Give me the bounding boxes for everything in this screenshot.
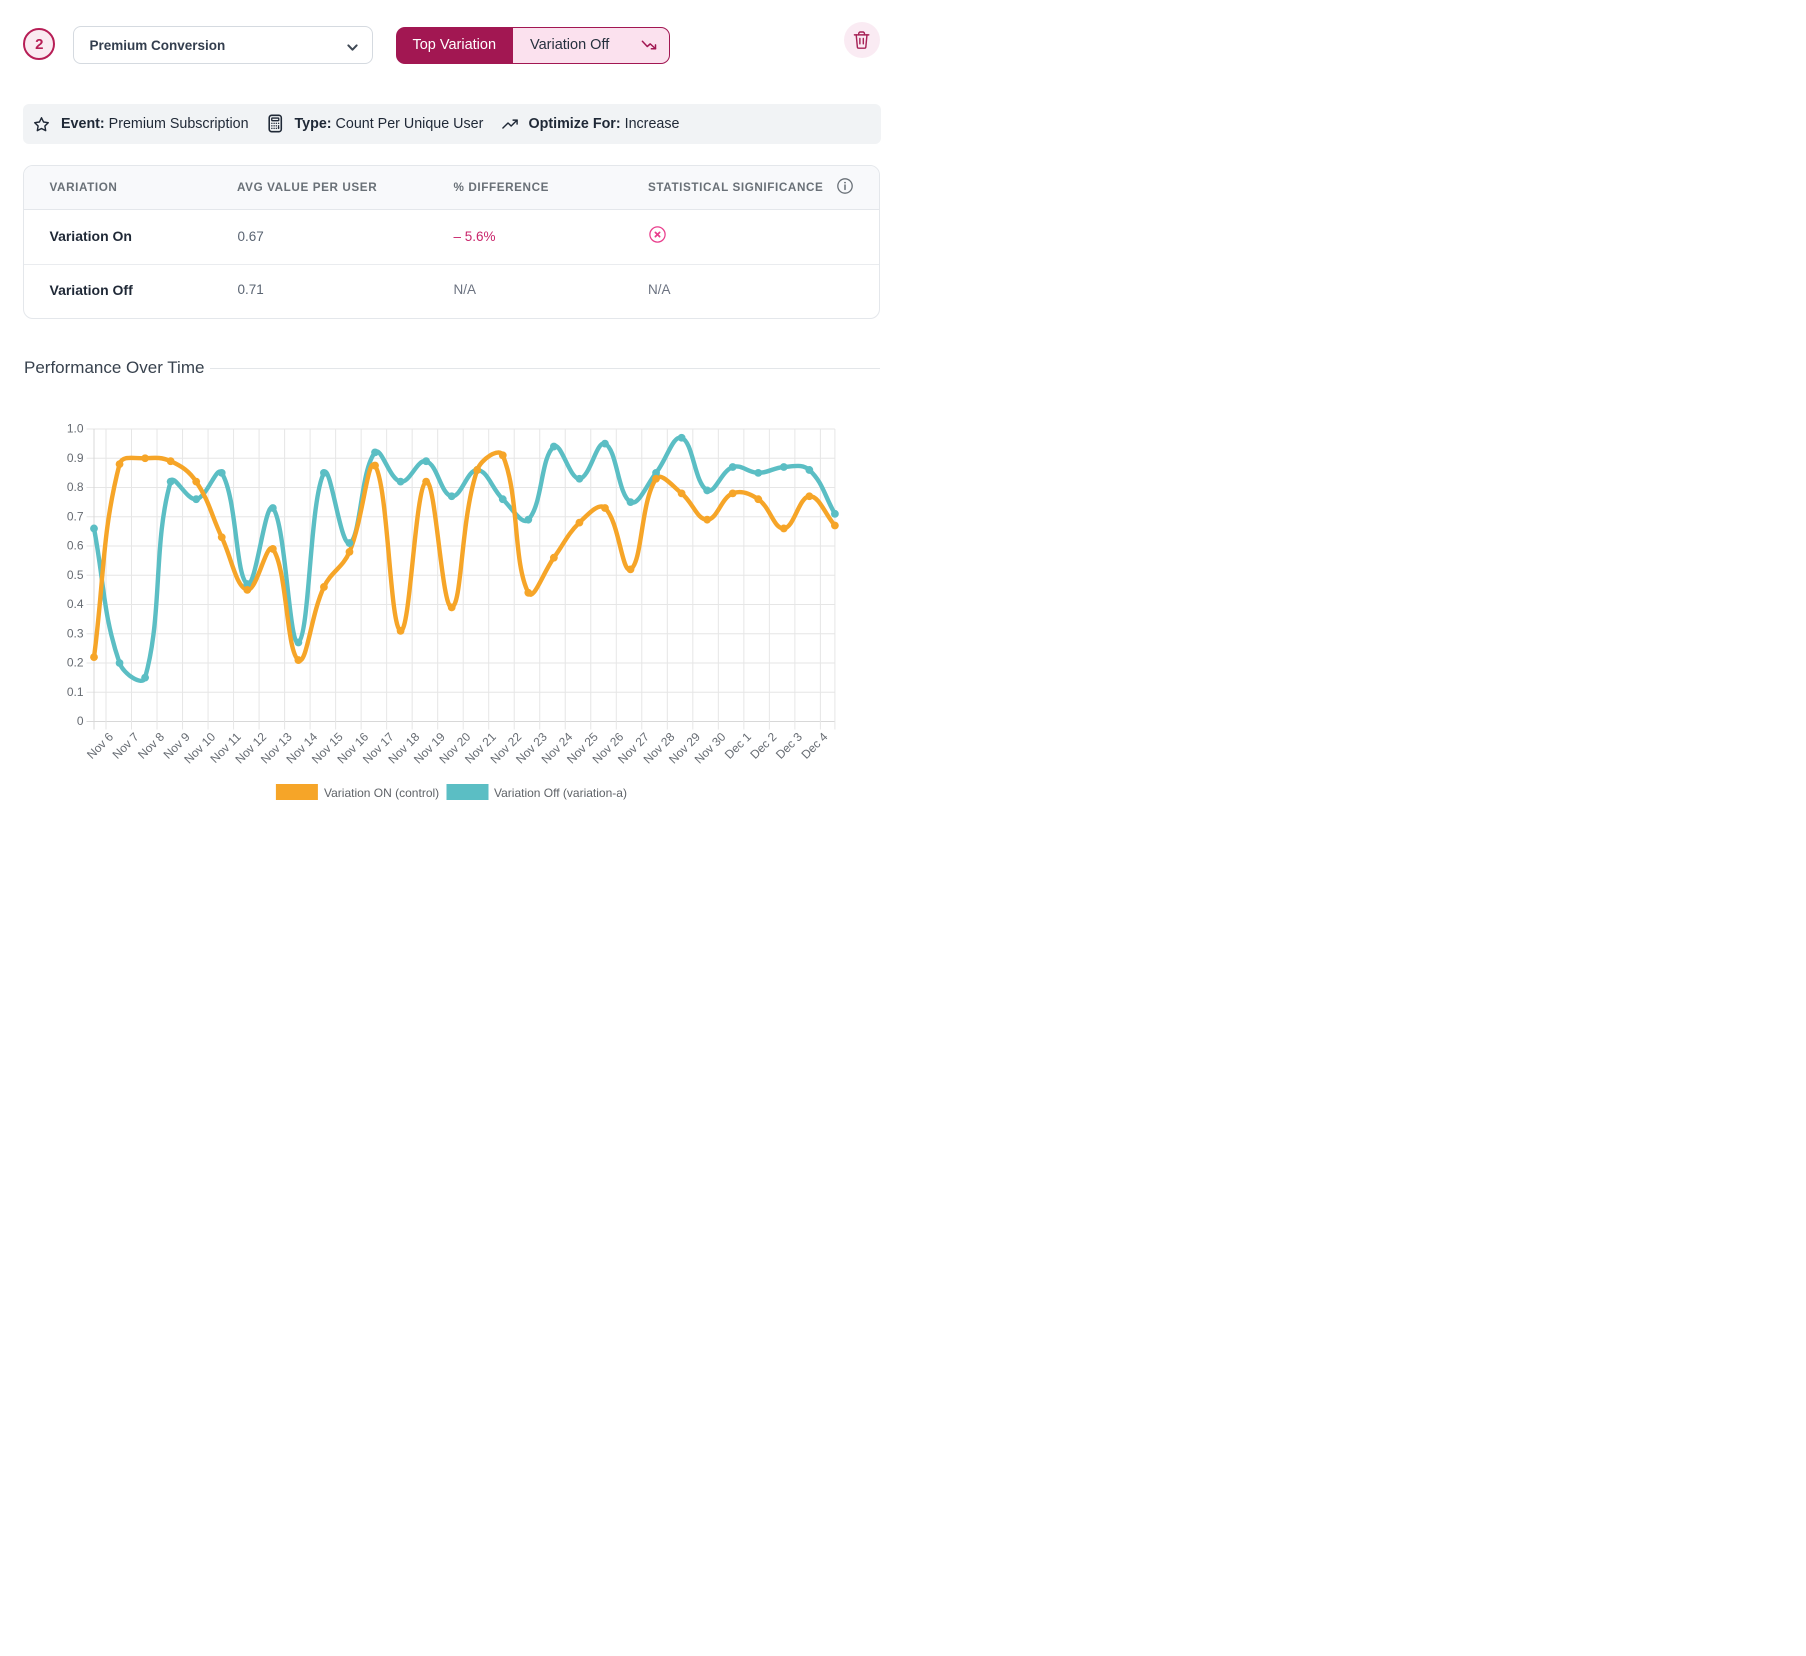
svg-text:0.8: 0.8 bbox=[67, 480, 84, 494]
svg-text:Variation ON (control): Variation ON (control) bbox=[324, 786, 439, 800]
svg-text:Nov 8: Nov 8 bbox=[135, 729, 167, 761]
svg-text:0.5: 0.5 bbox=[67, 568, 84, 582]
svg-text:Nov 7: Nov 7 bbox=[110, 729, 142, 761]
svg-text:Dec 1: Dec 1 bbox=[722, 729, 754, 761]
svg-text:0: 0 bbox=[77, 714, 84, 728]
svg-text:0.4: 0.4 bbox=[67, 597, 84, 611]
svg-text:Variation Off (variation-a): Variation Off (variation-a) bbox=[494, 786, 627, 800]
svg-text:0.9: 0.9 bbox=[67, 451, 84, 465]
svg-text:0.7: 0.7 bbox=[67, 509, 84, 523]
svg-text:Dec 3: Dec 3 bbox=[773, 729, 805, 761]
svg-text:0.2: 0.2 bbox=[67, 656, 84, 670]
svg-text:Dec 4: Dec 4 bbox=[798, 729, 830, 761]
svg-text:0.6: 0.6 bbox=[67, 539, 84, 553]
svg-text:Dec 2: Dec 2 bbox=[747, 729, 779, 761]
svg-text:1.0: 1.0 bbox=[67, 422, 84, 436]
svg-text:0.1: 0.1 bbox=[67, 685, 84, 699]
svg-text:Nov 6: Nov 6 bbox=[84, 729, 116, 761]
svg-text:0.3: 0.3 bbox=[67, 626, 84, 640]
